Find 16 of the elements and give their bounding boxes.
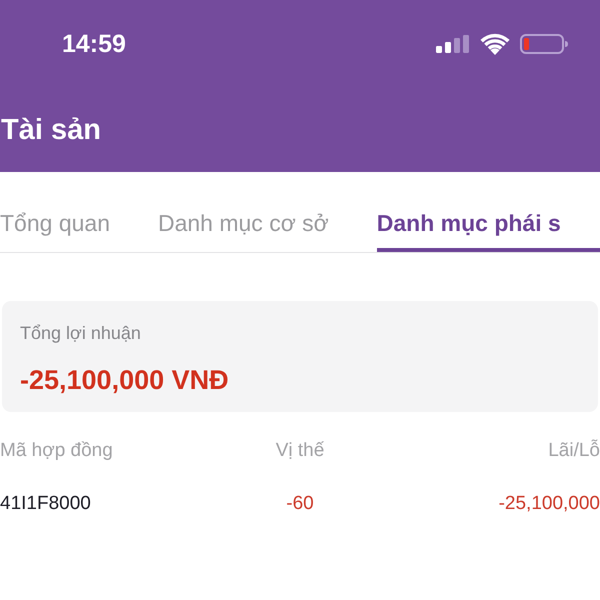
- page-title: Tài sản: [1, 113, 101, 148]
- tab[interactable]: Danh mục cơ sở: [158, 172, 329, 252]
- summary-amount: -25,100,000 VNĐ: [20, 364, 230, 396]
- signal-icon: [436, 35, 470, 53]
- tab[interactable]: Danh mục phái s: [376, 172, 600, 252]
- column-header: Mã hợp đồng: [0, 439, 114, 463]
- table-cell-text: 41I1F8000: [0, 492, 92, 516]
- table-cell-text: -60: [285, 492, 315, 516]
- battery-icon: [520, 34, 568, 54]
- tab[interactable]: Tổng quan: [0, 172, 110, 252]
- status-time: 14:59: [62, 29, 126, 59]
- table-cell-text: -25,100,000: [498, 492, 600, 516]
- wifi-icon: [480, 33, 510, 55]
- summary-label: Tổng lợi nhuận: [20, 322, 142, 344]
- column-header: Lãi/Lỗ: [547, 439, 600, 463]
- column-header: Vị thế: [274, 439, 326, 463]
